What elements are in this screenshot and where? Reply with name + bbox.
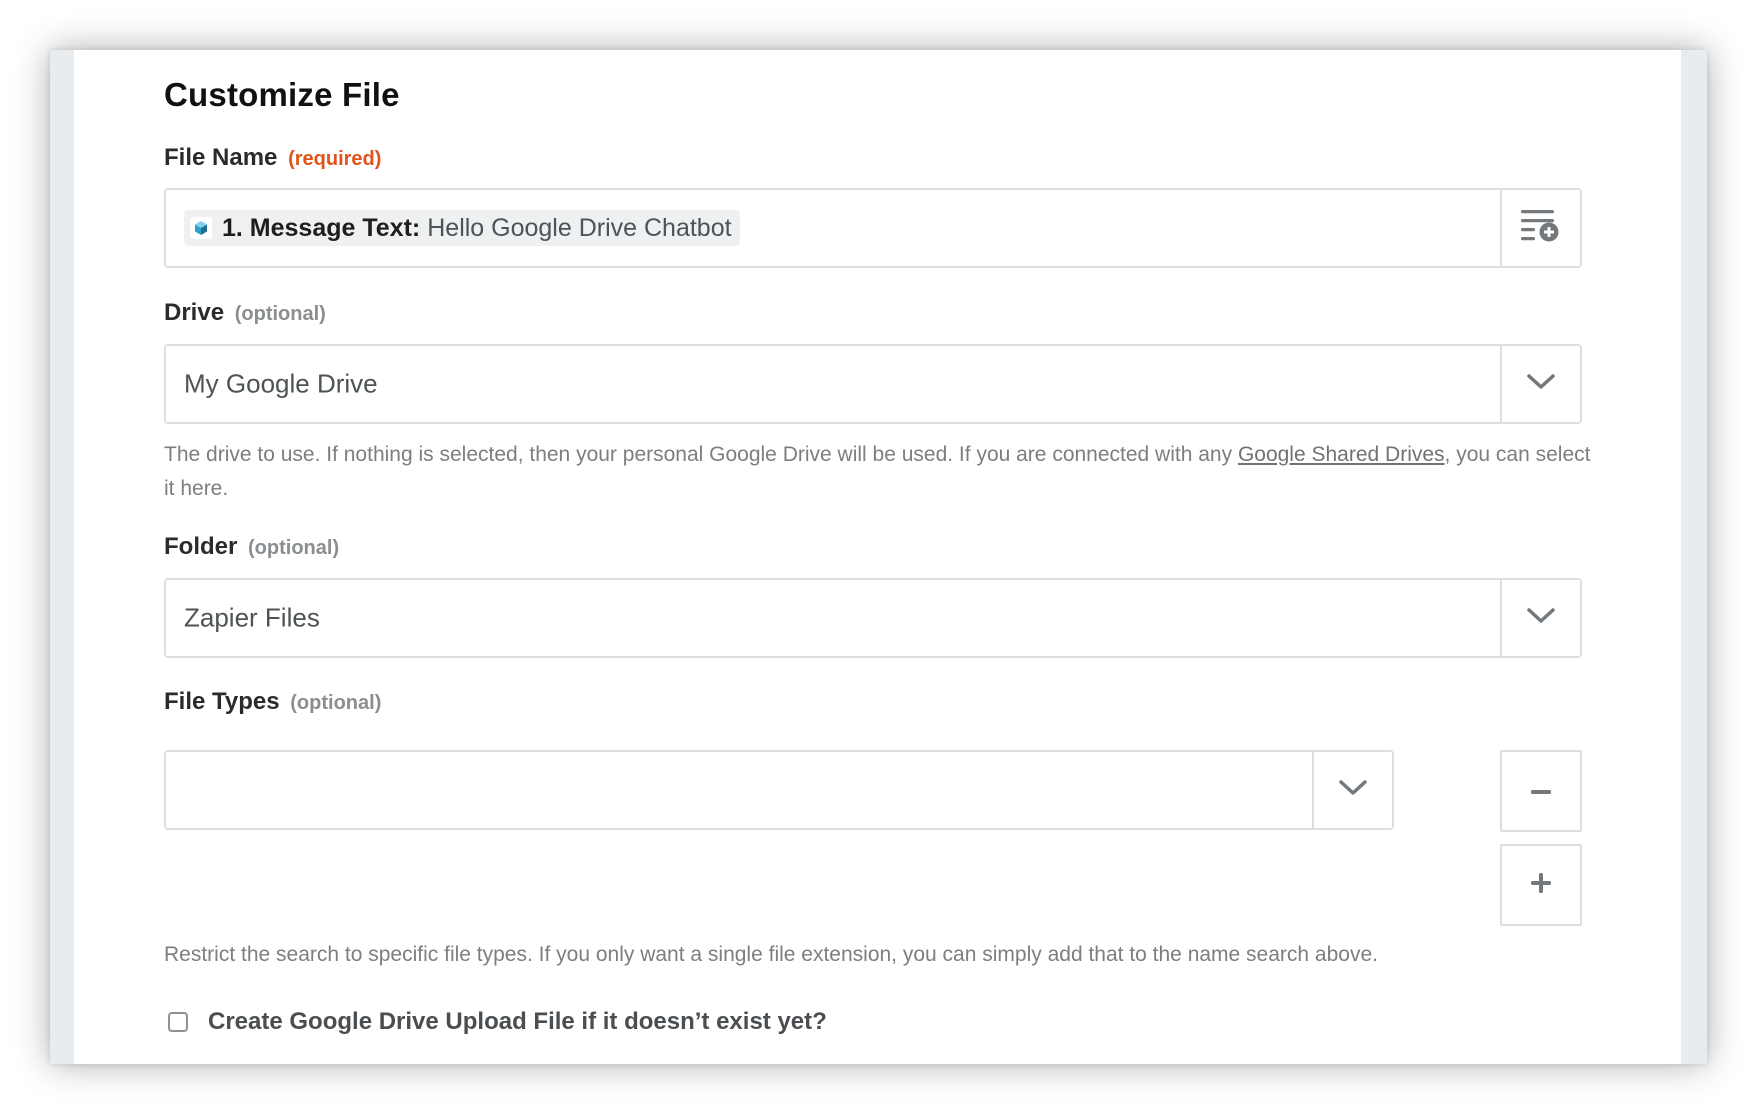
required-tag: (required) bbox=[288, 148, 382, 170]
drive-label-text: Drive bbox=[164, 299, 225, 326]
file-name-label: File Name (required) bbox=[164, 144, 381, 172]
google-shared-drives-link[interactable]: Google Shared Drives bbox=[1238, 443, 1445, 466]
app-window: Customize File File Name (required) 1. M… bbox=[50, 50, 1707, 1064]
chevron-down-icon bbox=[1526, 607, 1556, 630]
file-name-label-text: File Name bbox=[164, 144, 278, 171]
optional-tag: (optional) bbox=[234, 303, 326, 325]
customize-file-form: Customize File File Name (required) 1. M… bbox=[164, 50, 1592, 1064]
create-if-missing-label[interactable]: Create Google Drive Upload File if it do… bbox=[208, 1008, 827, 1036]
file-types-dropdown-toggle[interactable] bbox=[1312, 752, 1392, 828]
insert-data-button[interactable] bbox=[1500, 190, 1580, 266]
minus-icon bbox=[1530, 782, 1552, 800]
drive-select[interactable]: My Google Drive bbox=[164, 344, 1582, 424]
folder-label: Folder (optional) bbox=[164, 533, 339, 561]
pill-key: 1. Message Text: bbox=[222, 213, 421, 242]
drive-select-value: My Google Drive bbox=[184, 368, 378, 399]
section-title: Customize File bbox=[164, 76, 400, 113]
mapped-field-pill[interactable]: 1. Message Text: Hello Google Drive Chat… bbox=[184, 210, 740, 246]
drive-dropdown-toggle[interactable] bbox=[1500, 346, 1580, 422]
create-if-missing-checkbox[interactable] bbox=[168, 1012, 188, 1032]
file-name-field[interactable]: 1. Message Text: Hello Google Drive Chat… bbox=[164, 188, 1582, 268]
folder-dropdown-toggle[interactable] bbox=[1500, 580, 1580, 656]
pill-value: Hello Google Drive Chatbot bbox=[427, 213, 732, 242]
optional-tag: (optional) bbox=[248, 537, 340, 559]
file-types-label-text: File Types bbox=[164, 688, 280, 715]
drive-label: Drive (optional) bbox=[164, 299, 326, 327]
drive-help: The drive to use. If nothing is selected… bbox=[164, 438, 1594, 506]
file-types-select[interactable] bbox=[164, 750, 1394, 830]
app-cube-icon bbox=[190, 217, 212, 239]
chevron-down-icon bbox=[1526, 373, 1556, 396]
folder-select-value: Zapier Files bbox=[184, 602, 320, 633]
chevron-down-icon bbox=[1338, 779, 1368, 802]
drive-help-text: The drive to use. If nothing is selected… bbox=[164, 443, 1238, 466]
form-panel: Customize File File Name (required) 1. M… bbox=[74, 50, 1681, 1064]
optional-tag: (optional) bbox=[290, 692, 382, 714]
folder-label-text: Folder bbox=[164, 533, 238, 560]
list-plus-icon bbox=[1519, 208, 1563, 249]
add-file-type-button[interactable] bbox=[1500, 844, 1582, 926]
file-types-help: Restrict the search to specific file typ… bbox=[164, 943, 1378, 966]
file-types-label: File Types (optional) bbox=[164, 688, 381, 716]
folder-select[interactable]: Zapier Files bbox=[164, 578, 1582, 658]
plus-icon bbox=[1530, 872, 1552, 899]
remove-file-type-button[interactable] bbox=[1500, 750, 1582, 832]
create-if-missing-row[interactable]: Create Google Drive Upload File if it do… bbox=[168, 1008, 827, 1036]
